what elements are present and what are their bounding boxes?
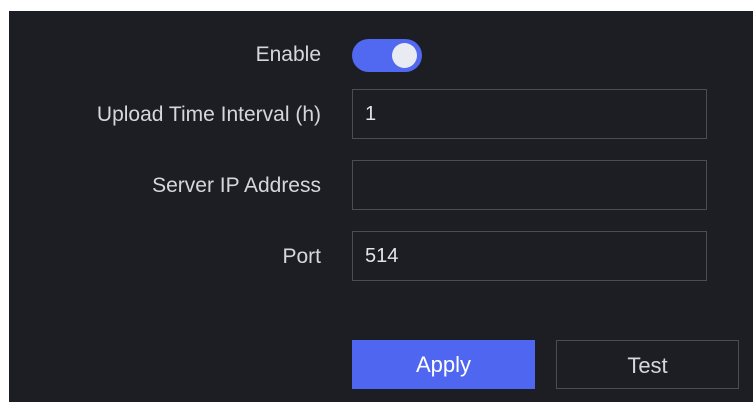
toggle-knob (392, 43, 417, 68)
enable-label: Enable (255, 43, 321, 66)
upload-interval-input[interactable] (352, 89, 707, 139)
port-label: Port (282, 245, 321, 268)
button-row: Apply Test (9, 340, 753, 392)
server-ip-label: Server IP Address (152, 174, 321, 197)
apply-button[interactable]: Apply (352, 340, 535, 389)
port-row: Port (9, 231, 753, 283)
server-ip-input[interactable] (352, 160, 707, 210)
upload-interval-row: Upload Time Interval (h) (9, 89, 753, 141)
server-ip-row: Server IP Address (9, 160, 753, 212)
enable-row: Enable (9, 29, 753, 81)
upload-interval-label: Upload Time Interval (h) (96, 103, 321, 126)
port-input[interactable] (352, 231, 707, 281)
settings-panel: Enable Upload Time Interval (h) Server I… (9, 11, 753, 402)
enable-toggle[interactable] (352, 39, 422, 72)
test-button[interactable]: Test (556, 340, 739, 389)
